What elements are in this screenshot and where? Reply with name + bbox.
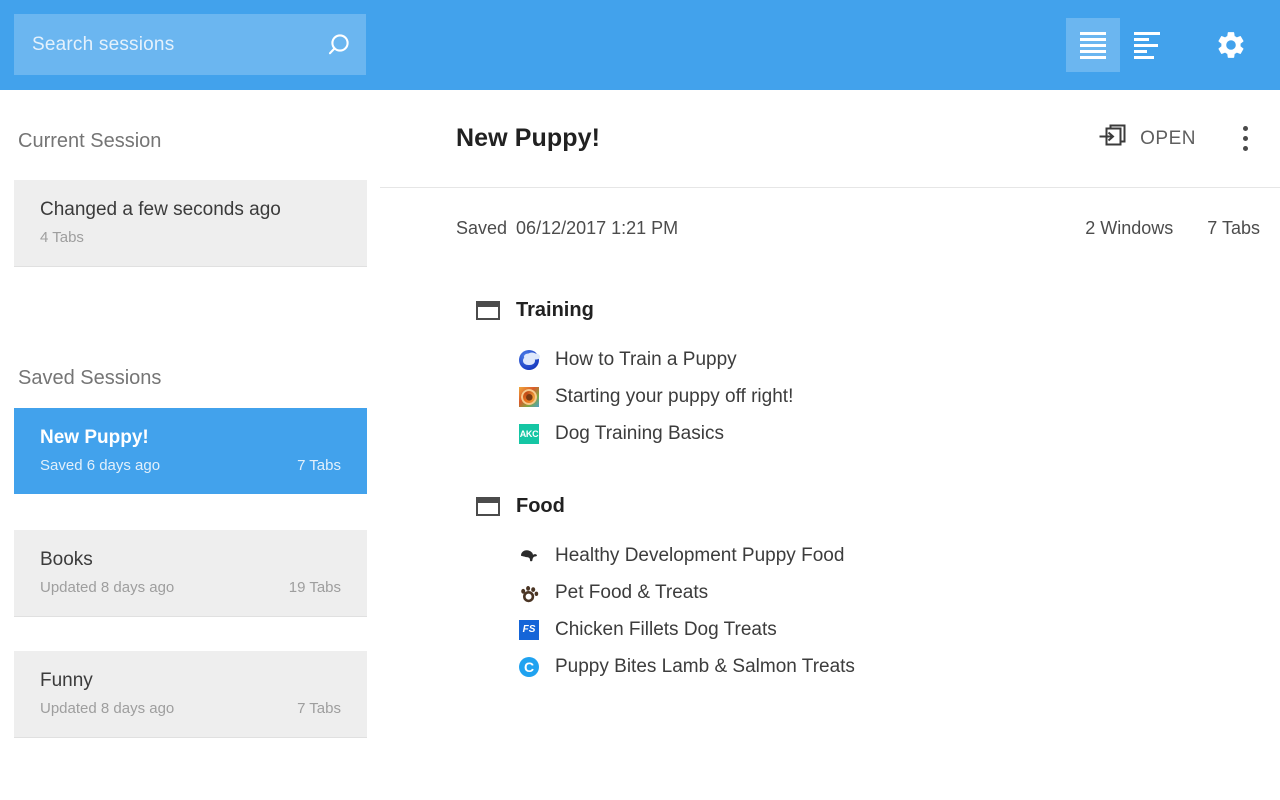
window-header[interactable]: Food bbox=[476, 495, 1260, 518]
page-title: New Puppy! bbox=[456, 124, 601, 152]
tab-row[interactable]: Healthy Development Puppy Food bbox=[519, 537, 1260, 574]
tab-row[interactable]: AKC Dog Training Basics bbox=[519, 415, 1260, 452]
sidebar-item-books[interactable]: Books Updated 8 days ago 19 Tabs bbox=[14, 530, 367, 617]
gear-icon[interactable] bbox=[1204, 18, 1258, 72]
tab-list: How to Train a Puppy Starting your puppy… bbox=[476, 341, 1260, 452]
session-tabcount: 7 Tabs bbox=[297, 700, 341, 717]
tab-title: Healthy Development Puppy Food bbox=[555, 544, 845, 566]
open-label: OPEN bbox=[1140, 127, 1196, 149]
tab-row[interactable]: Pet Food & Treats bbox=[519, 574, 1260, 611]
session-subtitle: Updated 8 days ago bbox=[40, 700, 175, 717]
tab-title: Starting your puppy off right! bbox=[555, 385, 794, 407]
open-session-button[interactable]: OPEN bbox=[1099, 123, 1196, 154]
session-detail-pane: New Puppy! OPEN Saved 06/12/2017 1:21 PM… bbox=[380, 90, 1280, 800]
session-tabcount: 19 Tabs bbox=[288, 579, 341, 596]
sessions-sidebar: Current Session Changed a few seconds ag… bbox=[0, 90, 380, 800]
open-in-window-icon bbox=[1099, 123, 1127, 154]
current-session-card[interactable]: Changed a few seconds ago 4 Tabs bbox=[14, 180, 367, 267]
tab-row[interactable]: Starting your puppy off right! bbox=[519, 378, 1260, 415]
tab-title: Pet Food & Treats bbox=[555, 581, 709, 603]
bear-dark-icon bbox=[519, 546, 539, 566]
session-meta: Saved 06/12/2017 1:21 PM 2 Windows 7 Tab… bbox=[380, 188, 1280, 239]
current-session-heading: Current Session bbox=[18, 130, 162, 152]
window-list: Training How to Train a Puppy Starting y… bbox=[380, 239, 1280, 685]
saved-date: 06/12/2017 1:21 PM bbox=[516, 218, 679, 238]
paw-brown-icon bbox=[519, 583, 539, 603]
tab-title: Dog Training Basics bbox=[555, 422, 724, 444]
session-title: Funny bbox=[40, 670, 93, 691]
session-tabcount: 7 Tabs bbox=[297, 457, 341, 474]
tab-list: Healthy Development Puppy Food Pet Food … bbox=[476, 537, 1260, 685]
tab-row[interactable]: FS Chicken Fillets Dog Treats bbox=[519, 611, 1260, 648]
tab-row[interactable]: C Puppy Bites Lamb & Salmon Treats bbox=[519, 648, 1260, 685]
tab-row[interactable]: How to Train a Puppy bbox=[519, 341, 1260, 378]
window-name: Food bbox=[516, 495, 565, 517]
fs-icon: FS bbox=[519, 619, 539, 640]
app-header bbox=[0, 0, 1280, 90]
detail-view-icon[interactable] bbox=[1120, 18, 1174, 72]
sidebar-item-funny[interactable]: Funny Updated 8 days ago 7 Tabs bbox=[14, 651, 367, 738]
windows-count: 2 Windows bbox=[1085, 218, 1174, 238]
search-box[interactable] bbox=[14, 14, 366, 75]
saved-sessions-heading: Saved Sessions bbox=[18, 367, 162, 389]
window-icon bbox=[476, 301, 500, 320]
window-name: Training bbox=[516, 299, 594, 321]
search-icon[interactable] bbox=[312, 14, 366, 75]
tab-title: How to Train a Puppy bbox=[555, 348, 737, 370]
tab-title: Puppy Bites Lamb & Salmon Treats bbox=[555, 655, 855, 677]
session-subtitle: Updated 8 days ago bbox=[40, 579, 175, 596]
more-vertical-icon[interactable] bbox=[1230, 119, 1260, 159]
detail-header: New Puppy! OPEN bbox=[380, 90, 1280, 188]
list-view-icon[interactable] bbox=[1066, 18, 1120, 72]
session-title: Books bbox=[40, 549, 93, 570]
c-blue-icon: C bbox=[519, 656, 539, 677]
window-group-training: Training How to Train a Puppy Starting y… bbox=[476, 299, 1260, 452]
session-subtitle: Saved 6 days ago bbox=[40, 457, 161, 474]
session-title: New Puppy! bbox=[40, 427, 149, 448]
paw-blue-icon bbox=[519, 349, 539, 370]
sidebar-item-new-puppy[interactable]: New Puppy! Saved 6 days ago 7 Tabs bbox=[14, 408, 367, 494]
window-group-food: Food Healthy Development Puppy Food Pet … bbox=[476, 495, 1260, 685]
header-icon-group bbox=[1066, 18, 1258, 72]
window-header[interactable]: Training bbox=[476, 299, 1260, 322]
list-view-glyph bbox=[1080, 31, 1106, 59]
tab-title: Chicken Fillets Dog Treats bbox=[555, 618, 777, 640]
window-icon bbox=[476, 497, 500, 516]
search-input[interactable] bbox=[14, 33, 312, 56]
swirl-orange-icon bbox=[519, 386, 539, 407]
saved-label: Saved bbox=[456, 218, 508, 238]
tabs-count: 7 Tabs bbox=[1207, 218, 1260, 238]
current-session-title: Changed a few seconds ago bbox=[40, 199, 281, 220]
detail-view-glyph bbox=[1134, 31, 1160, 59]
akc-icon: AKC bbox=[519, 423, 539, 444]
current-session-tabcount: 4 Tabs bbox=[40, 229, 84, 246]
